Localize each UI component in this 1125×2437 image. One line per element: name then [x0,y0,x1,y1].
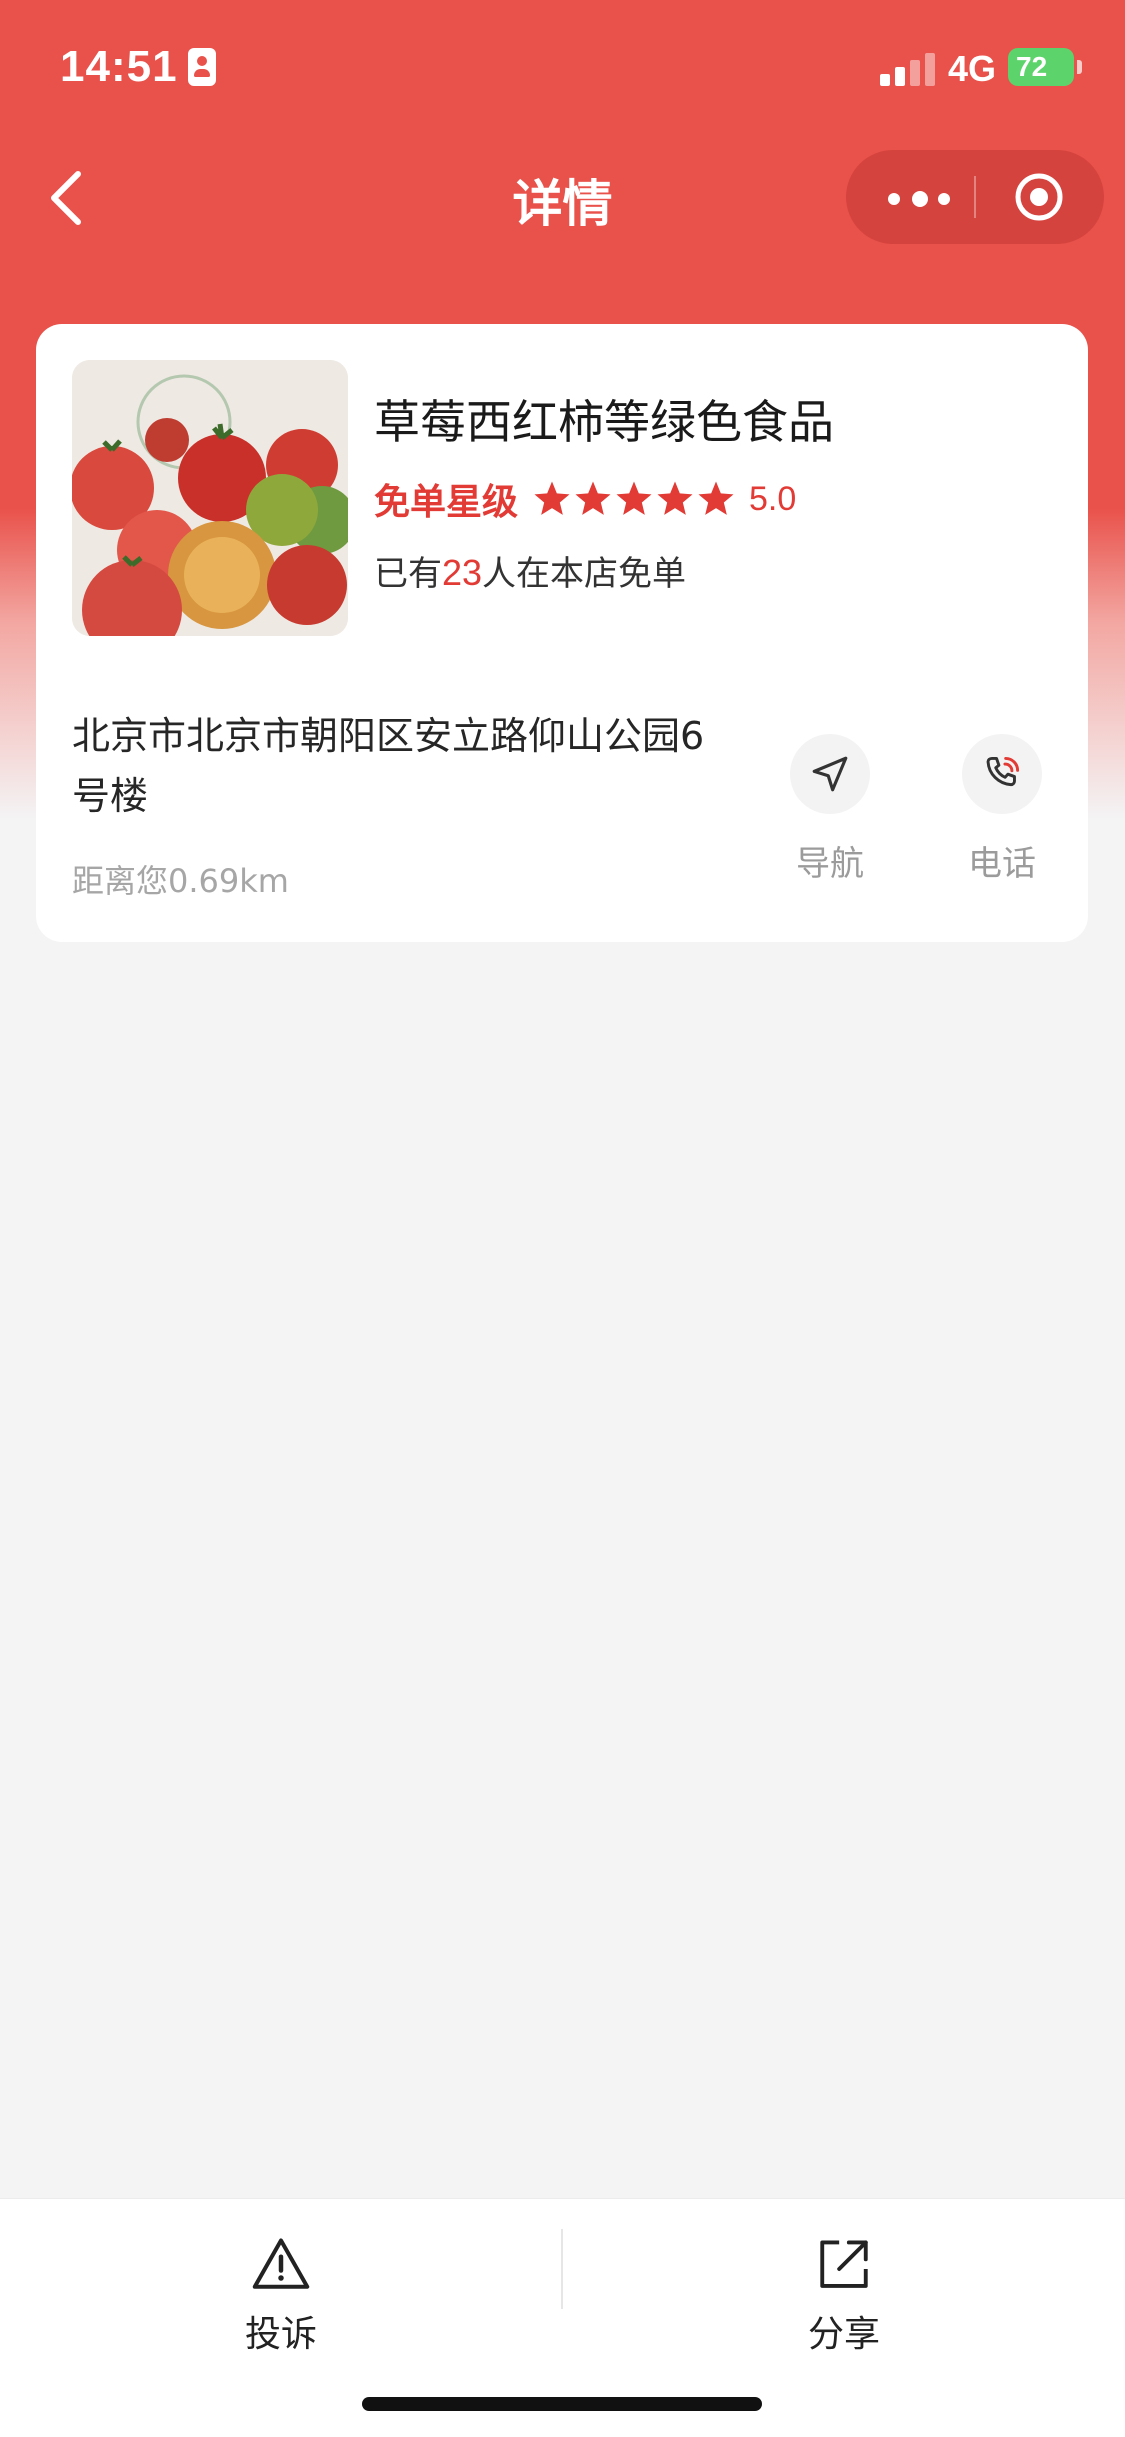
tomatoes-photo [72,360,348,636]
rating-stars [532,479,737,519]
battery-icon: 72 [1008,48,1082,86]
more-button[interactable] [876,172,962,222]
complain-button[interactable]: 投诉 [181,2235,381,2357]
share-button[interactable]: 分享 [744,2235,944,2357]
phone-icon [986,756,1020,787]
navigate-icon-wrap [790,734,870,814]
bottom-divider [561,2229,563,2309]
close-miniprogram-button[interactable] [1014,172,1064,222]
more-dots-icon-right [938,193,950,205]
shop-distance: 距离您0.69km [72,862,289,900]
home-indicator [362,2397,762,2411]
free-order-count: 已有23人在本店免单 [374,546,686,595]
rating-label: 免单星级 [374,482,519,523]
star-icon [575,481,611,515]
navigation-arrow-icon [812,756,848,792]
status-bar: 14:51 4G 72 [0,0,1125,140]
contact-card-icon [188,48,216,86]
battery-level: 72 [1016,51,1048,82]
call-button[interactable]: 电话 [952,734,1052,885]
rating-value: 5.0 [749,479,797,518]
signal-icon [880,52,936,86]
count-prefix: 已有 [374,554,442,594]
shop-image[interactable] [72,360,348,636]
bottom-bar: 投诉 分享 [0,2198,1125,2437]
network-type: 4G [948,48,997,89]
shop-address: 北京市北京市朝阳区安立路仰山公园6号楼 [72,714,705,818]
share-icon [820,2240,868,2288]
shop-name: 草莓西红柿等绿色食品 [374,395,834,449]
rating-row: 免单星级 5.0 [374,474,796,524]
star-icon [698,481,734,515]
warning-triangle-icon [252,2238,310,2289]
more-dots-icon-center [912,191,928,207]
miniprogram-capsule [846,150,1104,244]
target-close-icon [1015,173,1063,221]
share-label: 分享 [807,2314,880,2355]
navigate-button[interactable]: 导航 [780,734,880,885]
star-icon [616,481,652,515]
star-icon [534,481,570,515]
status-time: 14:51 [60,42,178,91]
call-icon-wrap [962,734,1042,814]
star-icon [657,481,693,515]
capsule-divider [974,176,976,218]
count-suffix: 人在本店免单 [482,554,687,594]
shop-card: 草莓西红柿等绿色食品 免单星级 5.0 已有23人在本店免单 北京市北京市朝阳区… [36,324,1088,942]
navigate-label: 导航 [796,844,864,884]
call-label: 电话 [968,844,1036,884]
more-dots-icon [888,193,900,205]
count-number: 23 [442,552,483,593]
complain-label: 投诉 [244,2314,317,2355]
